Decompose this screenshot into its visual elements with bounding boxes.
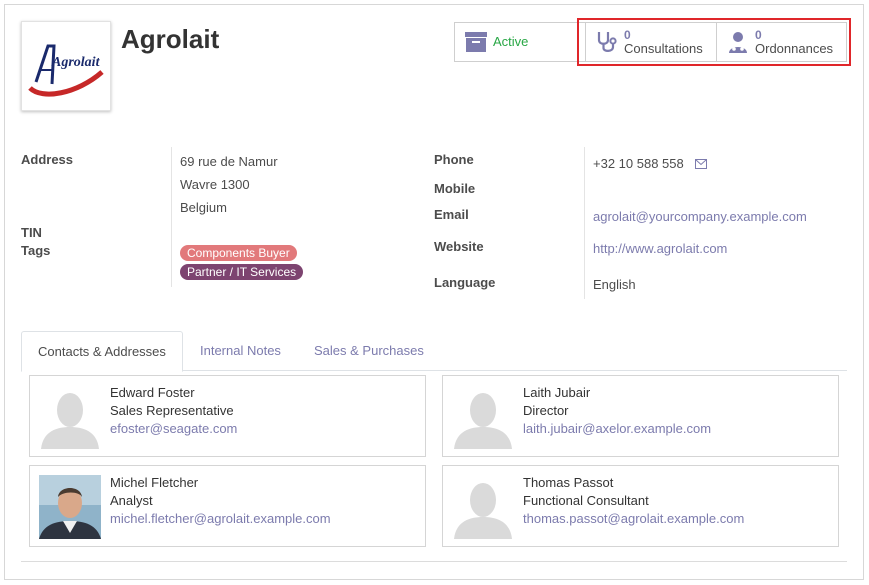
tab-sales-purchases[interactable]: Sales & Purchases: [298, 331, 440, 371]
tab-contacts-addresses[interactable]: Contacts & Addresses: [21, 331, 183, 372]
stethoscope-icon: [594, 29, 620, 55]
avatar-placeholder-icon: [39, 385, 101, 449]
contact-function: Director: [523, 403, 569, 418]
active-label: Active: [493, 34, 529, 49]
contact-function: Analyst: [110, 493, 153, 508]
avatar-placeholder-icon: [452, 475, 514, 539]
contact-card[interactable]: Laith Jubair Director laith.jubair@axelo…: [442, 375, 839, 457]
mobile-label: Mobile: [434, 181, 476, 196]
address-city: Wavre 1300: [180, 177, 250, 192]
tags-label: Tags: [21, 243, 51, 258]
archive-icon: [463, 29, 489, 55]
contact-email[interactable]: thomas.passot@agrolait.example.com: [523, 511, 744, 526]
contact-function: Functional Consultant: [523, 493, 649, 508]
section-divider: [21, 561, 847, 562]
contact-name: Michel Fletcher: [110, 475, 199, 490]
tag-components-buyer[interactable]: Components Buyer: [180, 245, 297, 261]
company-logo[interactable]: Agrolait: [21, 21, 111, 111]
language-label: Language: [434, 275, 496, 290]
user-doctor-icon: [725, 29, 751, 55]
contact-email[interactable]: laith.jubair@axelor.example.com: [523, 421, 711, 436]
website-link[interactable]: http://www.agrolait.com: [593, 241, 727, 256]
notebook-tabs: Contacts & Addresses Internal Notes Sale…: [21, 331, 847, 372]
tin-label: TIN: [21, 225, 42, 240]
smart-button-box: Active 0 Consultations 0 Ordonnances: [454, 22, 847, 62]
address-label: Address: [21, 152, 74, 167]
contact-email[interactable]: michel.fletcher@agrolait.example.com: [110, 511, 331, 526]
consultations-count: 0: [624, 28, 631, 42]
tag-partner-it-services[interactable]: Partner / IT Services: [180, 264, 304, 280]
contact-card[interactable]: Edward Foster Sales Representative efost…: [29, 375, 426, 457]
phone-label: Phone: [434, 152, 474, 167]
active-toggle-button[interactable]: Active: [455, 23, 585, 61]
partner-name: Agrolait: [121, 24, 220, 54]
email-label: Email: [434, 207, 469, 222]
phone-value[interactable]: +32 10 588 558: [593, 156, 684, 171]
contact-card[interactable]: Thomas Passot Functional Consultant thom…: [442, 465, 839, 547]
email-link[interactable]: agrolait@yourcompany.example.com: [593, 209, 807, 224]
ordonnances-count: 0: [755, 28, 762, 42]
contact-name: Edward Foster: [110, 385, 195, 400]
address-country: Belgium: [180, 200, 227, 215]
agrolait-logo-icon: Agrolait: [28, 44, 104, 97]
logo-wordmark: Agrolait: [51, 55, 101, 70]
tab-internal-notes[interactable]: Internal Notes: [184, 331, 297, 371]
ordonnances-button[interactable]: 0 Ordonnances: [716, 23, 846, 61]
contact-name: Laith Jubair: [523, 385, 591, 400]
website-label: Website: [434, 239, 484, 254]
envelope-icon[interactable]: [695, 157, 707, 172]
ordonnances-label: Ordonnances: [755, 41, 834, 56]
language-value: English: [593, 277, 636, 292]
contact-email[interactable]: efoster@seagate.com: [110, 421, 237, 436]
consultations-button[interactable]: 0 Consultations: [585, 23, 716, 61]
contact-card[interactable]: Michel Fletcher Analyst michel.fletcher@…: [29, 465, 426, 547]
consultations-label: Consultations: [624, 41, 703, 56]
contact-function: Sales Representative: [110, 403, 234, 418]
right-field-separator: [584, 147, 585, 299]
contact-name: Thomas Passot: [523, 475, 614, 490]
contact-photo-icon: [39, 475, 101, 539]
address-street: 69 rue de Namur: [180, 154, 278, 169]
avatar-placeholder-icon: [452, 385, 514, 449]
left-field-separator: [171, 147, 172, 287]
